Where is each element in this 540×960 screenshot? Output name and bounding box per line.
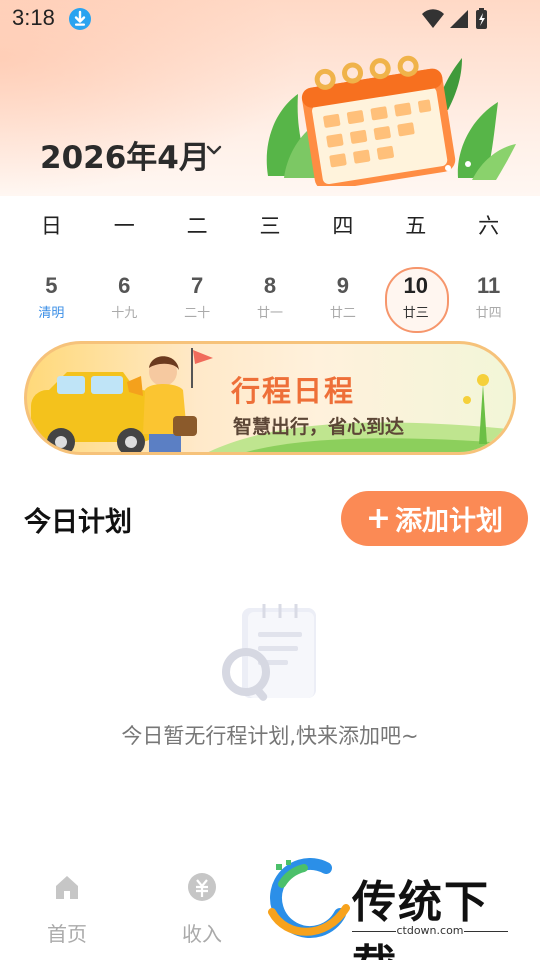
watermark-brand: 传统下载 [352,877,490,960]
plan-section-title: 今日计划 [24,507,132,538]
date-number: 9 [336,273,349,298]
trip-banner[interactable]: 行程日程 智慧出行，省心到达 [24,341,516,455]
income-icon [188,873,216,901]
date-cell-selected[interactable]: 10 廿三 [379,267,452,333]
lunar-date-label: 廿四 [475,306,502,321]
calendar-illustration [266,55,516,186]
lunar-date-label: 二十 [184,306,211,321]
date-number: 6 [118,273,131,298]
date-number: 7 [191,273,204,298]
status-time: 3:18 [12,5,55,30]
weekday-label: 一 [113,214,135,238]
home-icon [56,876,78,899]
weekday-label: 日 [40,214,62,238]
month-selector[interactable]: 2026年4月 [40,132,210,177]
nav-item-income[interactable]: 收入 [157,872,247,947]
date-cell[interactable]: 5 清明 [15,268,88,330]
banner-subtitle: 智慧出行，省心到达 [233,416,405,438]
add-plan-label: 添加计划 [395,506,504,537]
watermark-url: ctdown.com [396,924,464,937]
date-number: 10 [403,273,428,298]
weekday-label: 五 [405,214,427,238]
download-icon [69,8,91,30]
nav-label-home: 首页 [47,922,87,946]
nav-label-income: 收入 [182,922,222,946]
date-cell[interactable]: 11 廿四 [452,268,525,330]
weekday-label: 二 [186,214,208,238]
week-header: 日 一 二 三 四 五 六 [15,206,525,246]
watermark-logo: 传统下载 ctdown.com [266,858,526,960]
date-strip: 5 清明 6 十九 7 二十 8 廿一 9 廿二 10 廿三 11 廿四 [15,267,525,333]
battery-icon [476,8,487,29]
nav-item-home[interactable]: 首页 [22,872,112,947]
weekday-label: 六 [478,214,500,238]
banner-title: 行程日程 [231,374,356,408]
solar-term-label: 清明 [38,306,65,321]
watermark-logo-icon [268,858,350,938]
status-icons [422,8,487,29]
lunar-date-label: 廿三 [402,306,429,321]
empty-notes-icon [222,604,316,701]
signal-icon [450,10,468,28]
plus-icon: + [365,501,392,536]
empty-state-text: 今日暂无行程计划,快来添加吧~ [121,724,419,748]
lunar-date-label: 十九 [111,306,138,321]
status-bar: 3:18 [0,0,540,38]
date-cell[interactable]: 8 廿一 [234,268,307,330]
date-number: 5 [45,273,58,298]
date-number: 11 [476,273,501,298]
add-plan-button[interactable]: + 添加计划 [341,491,528,546]
weekday-label: 四 [332,214,354,238]
date-cell[interactable]: 7 二十 [161,268,234,330]
wifi-icon [422,9,444,28]
weekday-label: 三 [259,214,281,238]
lunar-date-label: 廿一 [257,306,284,321]
date-cell[interactable]: 6 十九 [88,268,161,330]
chevron-down-icon[interactable] [204,140,224,160]
date-cell[interactable]: 9 廿二 [306,268,379,330]
date-number: 8 [263,273,277,298]
lunar-date-label: 廿二 [329,306,356,321]
